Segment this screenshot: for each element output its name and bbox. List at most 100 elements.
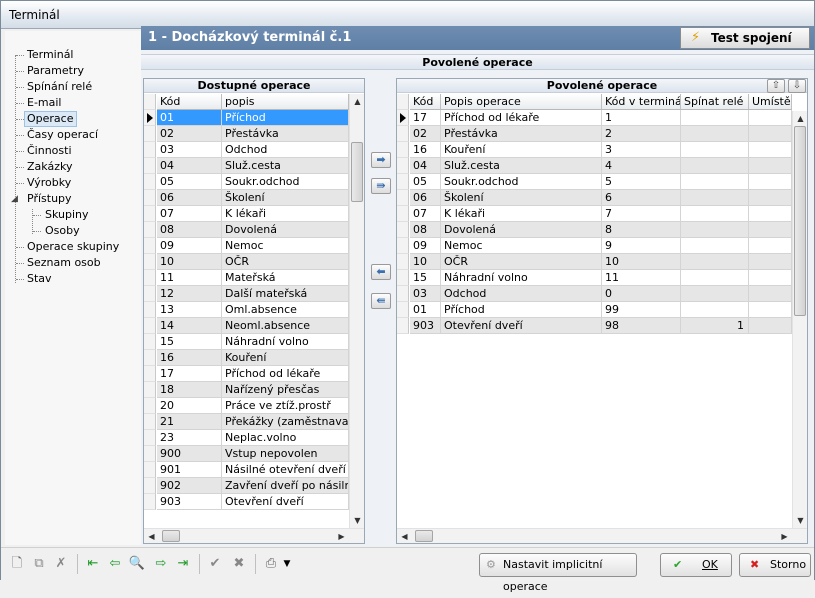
table-row[interactable]: 20 Práce ve ztíž.prostř (144, 398, 349, 414)
table-row[interactable]: 05 Soukr.odchod (144, 174, 349, 190)
table-row[interactable]: 09 Nemoc 9 (397, 238, 792, 254)
test-connection-button[interactable]: ⚡ Test spojení (680, 27, 810, 49)
print-icon[interactable]: ⎙ (261, 554, 281, 574)
scroll-thumb[interactable] (351, 142, 363, 202)
tree-item-terminal[interactable]: Terminál (25, 47, 76, 63)
new-record-icon[interactable]: 🗋 (7, 554, 27, 574)
tree-item-seznam-osob[interactable]: Seznam osob (25, 255, 103, 271)
table-row[interactable]: 17 Příchod od lékaře (144, 366, 349, 382)
table-row[interactable]: 06 Školení 6 (397, 190, 792, 206)
scroll-right-icon[interactable]: ▶ (334, 529, 349, 544)
table-row[interactable]: 03 Odchod (144, 142, 349, 158)
table-row[interactable]: 15 Náhradní volno 11 (397, 270, 792, 286)
table-row[interactable]: 04 Služ.cesta (144, 158, 349, 174)
table-row[interactable]: 04 Služ.cesta 4 (397, 158, 792, 174)
tree-item-spinani-rele[interactable]: Spínání relé (25, 79, 94, 95)
tree-item-skupiny[interactable]: Skupiny (43, 207, 91, 223)
cancel-button[interactable]: ✖ Storno (739, 553, 811, 577)
tree-item-casy-operaci[interactable]: Časy operací (25, 127, 100, 143)
scroll-up-icon[interactable]: ▲ (793, 111, 808, 126)
table-row[interactable]: 12 Další mateřská (144, 286, 349, 302)
table-row[interactable]: 11 Mateřská (144, 270, 349, 286)
print-dropdown-icon[interactable]: ▼ (281, 554, 293, 574)
available-horizontal-scrollbar[interactable]: ◀ ▶ (144, 528, 364, 543)
tree-item-pristupy[interactable]: Přístupy (25, 191, 74, 207)
table-row[interactable]: 16 Kouření (144, 350, 349, 366)
table-row[interactable]: 01 Příchod (144, 110, 349, 126)
table-row[interactable]: 02 Přestávka (144, 126, 349, 142)
table-row[interactable]: 09 Nemoc (144, 238, 349, 254)
available-operations-grid[interactable]: Kód popis 01 Příchod 02 Přestávka 03 Odchod 04 Sl… (144, 94, 349, 528)
tree-item-email[interactable]: E-mail (25, 95, 64, 111)
move-up-icon[interactable]: ⇧ (767, 79, 785, 93)
table-row[interactable]: 21Překážky (zaměstnavatel) (144, 414, 349, 430)
table-row[interactable]: 01 Příchod 99 (397, 302, 792, 318)
previous-record-icon[interactable]: ⇦ (105, 554, 125, 574)
table-row[interactable]: 901 Násilné otevření dveří (144, 462, 349, 478)
tree-item-operace-skupiny[interactable]: Operace skupiny (25, 239, 121, 255)
tree-item-operace[interactable]: Operace (24, 111, 77, 127)
table-row[interactable]: 18 Nařízený přesčas (144, 382, 349, 398)
table-row[interactable]: 15 Náhradní volno (144, 334, 349, 350)
add-all-button[interactable]: ⇛ (371, 178, 391, 194)
column-header[interactable]: Kód (410, 94, 441, 110)
table-row[interactable]: 02 Přestávka 2 (397, 126, 792, 142)
copy-record-icon[interactable]: ⧉ (29, 554, 49, 574)
table-row[interactable]: 902Zavření dveří po násilném (144, 478, 349, 494)
column-header[interactable]: Popis operace (441, 94, 602, 110)
scroll-up-icon[interactable]: ▲ (350, 94, 365, 109)
tree-item-cinnosti[interactable]: Činnosti (25, 143, 74, 159)
table-row[interactable]: 08 Dovolená (144, 222, 349, 238)
scroll-right-icon[interactable]: ▶ (777, 529, 792, 544)
hscroll-thumb[interactable] (415, 530, 433, 542)
scroll-left-icon[interactable]: ◀ (397, 529, 412, 544)
column-header[interactable]: Kód (157, 94, 222, 110)
delete-record-icon[interactable]: ✗ (51, 554, 71, 574)
tree-item-parametry[interactable]: Parametry (25, 63, 86, 79)
ok-button[interactable]: ✔ OK (660, 553, 732, 577)
column-header[interactable]: Umístění (749, 94, 792, 110)
tree-item-osoby[interactable]: Osoby (43, 223, 82, 239)
tree-item-stav[interactable]: Stav (25, 271, 54, 287)
set-default-operations-button[interactable]: ⚙ Nastavit implicitní operace (479, 553, 637, 593)
table-row[interactable]: 03 Odchod 0 (397, 286, 792, 302)
table-row[interactable]: 06 Školení (144, 190, 349, 206)
available-vertical-scrollbar[interactable]: ▲ ▼ (349, 94, 364, 528)
table-row[interactable]: 17 Příchod od lékaře 1 (397, 110, 792, 126)
remove-all-button[interactable]: ⇚ (371, 293, 391, 309)
table-row[interactable]: 14 Neoml.absence (144, 318, 349, 334)
table-row[interactable]: 07 K lékaři 7 (397, 206, 792, 222)
column-header[interactable]: popis (222, 94, 349, 110)
tree-item-vyrobky[interactable]: Výrobky (25, 175, 73, 191)
scroll-left-icon[interactable]: ◀ (144, 529, 159, 544)
table-row[interactable]: 13 Oml.absence (144, 302, 349, 318)
table-row[interactable]: 900 Vstup nepovolen (144, 446, 349, 462)
table-row[interactable]: 05 Soukr.odchod 5 (397, 174, 792, 190)
hscroll-thumb[interactable] (162, 530, 180, 542)
first-record-icon[interactable]: ⇤ (83, 554, 103, 574)
table-row[interactable]: 10 OČR 10 (397, 254, 792, 270)
collapse-triangle-icon[interactable]: ◢ (11, 194, 18, 204)
column-header[interactable]: Spínat relé (681, 94, 749, 110)
tree-item-zakazky[interactable]: Zakázky (25, 159, 74, 175)
confirm-icon[interactable]: ✔ (205, 554, 225, 574)
allowed-operations-grid[interactable]: KódPopis operaceKód v termináluSpínat re… (397, 94, 792, 528)
remove-selected-button[interactable]: ⬅ (371, 264, 391, 280)
cancel-edit-icon[interactable]: ✖ (229, 554, 249, 574)
table-row[interactable]: 16 Kouření 3 (397, 142, 792, 158)
last-record-icon[interactable]: ⇥ (173, 554, 193, 574)
scroll-down-icon[interactable]: ▼ (793, 513, 808, 528)
table-row[interactable]: 08 Dovolená 8 (397, 222, 792, 238)
allowed-vertical-scrollbar[interactable]: ▲ ▼ (792, 111, 807, 528)
allowed-horizontal-scrollbar[interactable]: ◀ ▶ (397, 528, 807, 543)
move-down-icon[interactable]: ⇩ (788, 79, 806, 93)
find-record-icon[interactable]: 🔍 (127, 554, 147, 574)
table-row[interactable]: 23 Neplac.volno (144, 430, 349, 446)
table-row[interactable]: 903 Otevření dveří 98 1 (397, 318, 792, 334)
scroll-thumb[interactable] (794, 126, 806, 316)
next-record-icon[interactable]: ⇨ (151, 554, 171, 574)
scroll-down-icon[interactable]: ▼ (350, 513, 365, 528)
column-header[interactable]: Kód v terminálu (602, 94, 681, 110)
table-row[interactable]: 903 Otevření dveří (144, 494, 349, 510)
table-row[interactable]: 10 OČR (144, 254, 349, 270)
